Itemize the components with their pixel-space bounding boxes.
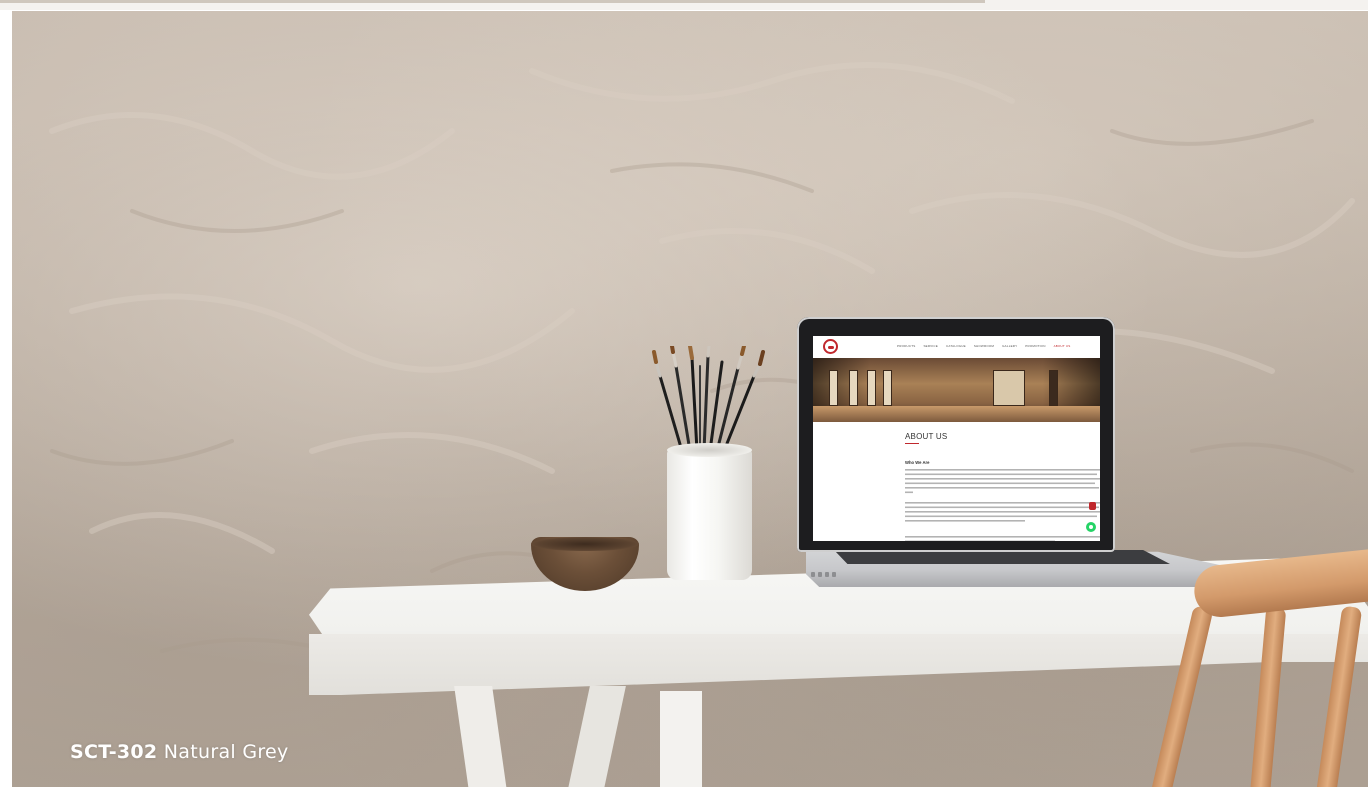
top-border-strip bbox=[0, 0, 1368, 10]
desk-leg bbox=[660, 691, 702, 787]
website-nav-menu: PRODUCTS SERVICE CATALOGUE SHOWROOM GALL… bbox=[897, 344, 1096, 348]
showroom-panel bbox=[867, 370, 876, 406]
laptop-keyboard bbox=[834, 550, 1170, 564]
brush-holder-cup-rim bbox=[667, 443, 752, 457]
body-text-lines bbox=[905, 502, 1100, 522]
whatsapp-icon bbox=[1086, 522, 1096, 532]
section-heading: Who We Are bbox=[905, 460, 930, 465]
product-photo: PRODUCTS SERVICE CATALOGUE SHOWROOM GALL… bbox=[12, 11, 1368, 787]
showroom-floor bbox=[813, 406, 1100, 422]
nav-item-service: SERVICE bbox=[923, 344, 938, 348]
product-name: Natural Grey bbox=[163, 741, 289, 763]
showroom-panel bbox=[849, 370, 858, 406]
body-text-lines bbox=[905, 536, 1100, 541]
side-contact-tab bbox=[1089, 502, 1096, 510]
product-code: SCT-302 bbox=[70, 741, 158, 763]
nav-item-showroom: SHOWROOM bbox=[973, 344, 995, 348]
nav-item-about-us: ABOUT US bbox=[1053, 344, 1071, 348]
nav-item-gallery: GALLERY bbox=[1002, 344, 1018, 348]
paint-brushes bbox=[652, 346, 765, 453]
site-logo-icon bbox=[823, 339, 838, 354]
nav-item-promotion: PROMOTION bbox=[1025, 344, 1046, 348]
brush-holder-cup bbox=[667, 448, 752, 580]
website-navbar: PRODUCTS SERVICE CATALOGUE SHOWROOM GALL… bbox=[813, 336, 1100, 359]
showroom-panel bbox=[829, 370, 838, 406]
showroom-panel bbox=[1049, 370, 1058, 406]
laptop-ports bbox=[811, 572, 841, 578]
nav-item-products: PRODUCTS bbox=[897, 344, 916, 348]
laptop-screen: PRODUCTS SERVICE CATALOGUE SHOWROOM GALL… bbox=[813, 336, 1100, 541]
top-border-bar bbox=[0, 0, 985, 3]
showroom-panel bbox=[993, 370, 1025, 406]
wooden-bowl-rim bbox=[531, 537, 639, 551]
body-text-lines bbox=[905, 469, 1100, 494]
nav-item-catalogue: CATALOGUE bbox=[945, 344, 966, 348]
website-hero-image bbox=[813, 358, 1100, 422]
title-underline bbox=[905, 443, 919, 444]
product-caption: SCT-302 Natural Grey bbox=[70, 741, 289, 763]
page-title: ABOUT US bbox=[905, 432, 948, 441]
showroom-panel bbox=[883, 370, 892, 406]
